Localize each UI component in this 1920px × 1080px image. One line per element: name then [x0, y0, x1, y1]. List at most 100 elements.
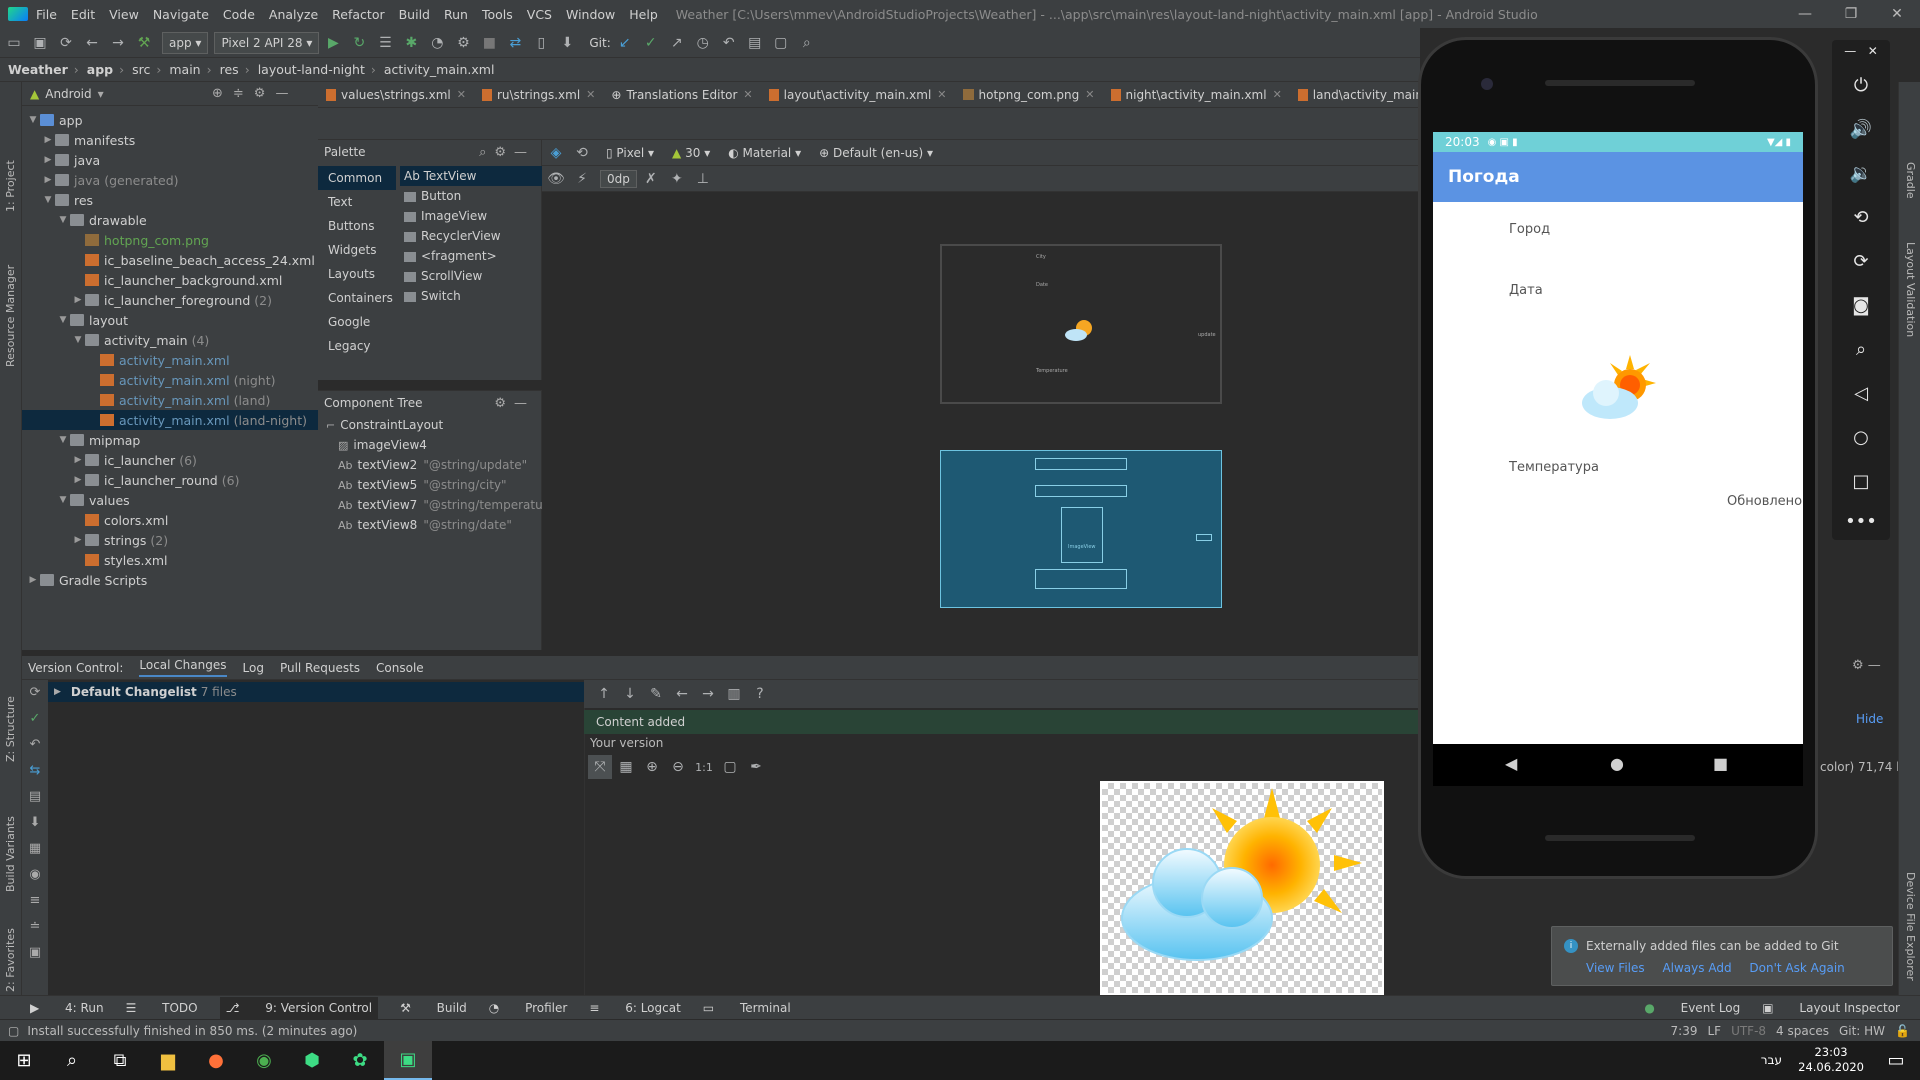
collapse-icon[interactable]: ≐ — [22, 914, 48, 940]
diff-icon[interactable]: ⇆ — [22, 758, 48, 784]
actual-size-button[interactable]: 1:1 — [692, 755, 716, 779]
menu-run[interactable]: Run — [444, 7, 468, 22]
firefox-icon[interactable]: ● — [192, 1041, 240, 1080]
expand-arrow-icon[interactable]: ▼ — [41, 195, 55, 205]
close-tab-icon[interactable]: ✕ — [586, 88, 595, 101]
rollback-icon[interactable]: ↶ — [22, 732, 48, 758]
terminal-tool-button[interactable]: ▭ Terminal — [703, 1001, 791, 1015]
update-icon[interactable]: ⬇ — [22, 810, 48, 836]
android-studio-taskbar-icon[interactable]: ▣ — [384, 1041, 432, 1080]
editor-tab[interactable]: land\activity_main.xml✕ — [1290, 82, 1420, 107]
grid-icon[interactable]: ▦ — [614, 755, 638, 779]
palette-category[interactable]: Legacy — [318, 334, 396, 358]
palette-item[interactable]: Ab TextView — [400, 166, 542, 186]
close-tab-icon[interactable]: ✕ — [1273, 88, 1282, 101]
taskbar-clock[interactable]: 23:03 24.06.2020 — [1798, 1045, 1864, 1075]
menu-help[interactable]: Help — [629, 7, 658, 22]
component-item[interactable]: Ab textView2 "@string/update" — [326, 455, 541, 475]
expand-arrow-icon[interactable]: ▶ — [71, 455, 85, 465]
palette-item[interactable]: Switch — [400, 286, 542, 306]
zoom-in-icon[interactable]: ⊕ — [640, 755, 664, 779]
component-item[interactable]: Ab textView8 "@string/date" — [326, 515, 541, 535]
overview-icon[interactable]: □ — [1832, 466, 1890, 496]
component-root[interactable]: ⌐ ConstraintLayout — [326, 415, 541, 435]
breadcrumb-item[interactable]: Weather — [8, 62, 68, 77]
editor-tab[interactable]: ⊕ Translations Editor ✕ — [603, 82, 760, 107]
color-picker-icon[interactable]: ✒ — [744, 755, 768, 779]
open-folder-icon[interactable]: ▭ — [2, 31, 26, 55]
sdk-manager-icon[interactable]: ⬇ — [555, 31, 579, 55]
zoom-icon[interactable]: ⌕ — [1832, 334, 1890, 364]
task-view-icon[interactable]: ⧉ — [96, 1041, 144, 1080]
close-tab-icon[interactable]: ✕ — [457, 88, 466, 101]
device-preview-select[interactable]: ▯ Pixel ▾ — [600, 142, 660, 164]
back-icon[interactable]: ← — [80, 31, 104, 55]
changelist-row[interactable]: ▶ Default Changelist 7 files — [48, 682, 584, 702]
close-tab-icon[interactable]: ✕ — [937, 88, 946, 101]
menu-tools[interactable]: Tools — [482, 7, 513, 22]
version-control-tool-button[interactable]: ⎇ 9: Version Control — [219, 996, 379, 1019]
rollback-icon[interactable]: ↶ — [717, 31, 741, 55]
breadcrumb-item[interactable]: res — [220, 62, 239, 77]
panel-settings-icon[interactable]: ⚙ — — [1852, 658, 1881, 673]
menu-window[interactable]: Window — [566, 7, 615, 22]
search-icon[interactable]: ⌕ — [795, 31, 819, 55]
tree-item[interactable]: ▶ java (generated) — [22, 170, 318, 190]
minimize-icon[interactable]: — — [1782, 0, 1828, 28]
menu-analyze[interactable]: Analyze — [269, 7, 318, 22]
expand-icon[interactable]: ≡ — [22, 888, 48, 914]
tree-item[interactable]: hotpng_com.png — [22, 230, 318, 250]
tree-item[interactable]: activity_main.xml (land) — [22, 390, 318, 410]
palette-category[interactable]: Buttons — [318, 214, 396, 238]
view-files-link[interactable]: View Files — [1586, 961, 1645, 975]
palette-category[interactable]: Widgets — [318, 238, 396, 262]
tree-item[interactable]: ▼ layout — [22, 310, 318, 330]
forward-icon[interactable]: → — [106, 31, 130, 55]
restore-icon[interactable]: ❐ — [1828, 0, 1874, 28]
component-tree-tools-icon[interactable]: ⚙— — [494, 396, 535, 411]
event-log-button[interactable]: ● Event Log — [1622, 1001, 1740, 1015]
back-icon[interactable]: ◁ — [1832, 378, 1890, 408]
breadcrumb-item[interactable]: layout-land-night — [258, 62, 365, 77]
logcat-tool-button[interactable]: ≡ 6: Logcat — [589, 1001, 680, 1015]
run-icon[interactable]: ▶ — [321, 31, 345, 55]
expand-arrow-icon[interactable]: ▼ — [56, 315, 70, 325]
guidelines-icon[interactable]: ⊥ — [691, 167, 715, 191]
expand-arrow-icon[interactable]: ▼ — [26, 115, 40, 125]
coverage-icon[interactable]: ☰ — [373, 31, 397, 55]
emulator-window-controls[interactable]: — ✕ — [1832, 40, 1890, 62]
palette-item[interactable]: ScrollView — [400, 266, 542, 286]
infer-constraints-icon[interactable]: ✦ — [665, 167, 689, 191]
settings-diff-icon[interactable]: ▥ — [722, 682, 746, 706]
prev-diff-icon[interactable]: ↑ — [592, 682, 616, 706]
expand-arrow-icon[interactable]: ▼ — [56, 495, 70, 505]
editor-tab[interactable]: hotpng_com.png ✕ — [955, 82, 1103, 107]
tree-item[interactable]: ▶ Gradle Scripts — [22, 570, 318, 590]
component-item[interactable]: Ab textView5 "@string/city" — [326, 475, 541, 495]
run-config-select[interactable]: app ▾ — [162, 31, 209, 54]
tree-item[interactable]: ▼ drawable — [22, 210, 318, 230]
chessboard-icon[interactable]: ▢ — [718, 755, 742, 779]
theme-select[interactable]: ◐ Material ▾ — [722, 142, 807, 164]
tree-item[interactable]: ▼ app — [22, 110, 318, 130]
group-icon[interactable]: ▦ — [22, 836, 48, 862]
file-encoding[interactable]: UTF-8 — [1731, 1024, 1766, 1038]
nav-home-icon[interactable]: ● — [1610, 754, 1624, 773]
menu-refactor[interactable]: Refactor — [332, 7, 384, 22]
tree-item[interactable]: ▶ manifests — [22, 130, 318, 150]
design-preview[interactable]: City Date Temperature update — [940, 244, 1222, 404]
expand-arrow-icon[interactable]: ▼ — [56, 215, 70, 225]
device-file-explorer-tab[interactable]: Device File Explorer — [1904, 872, 1917, 981]
favorites-tab[interactable]: 2: Favorites — [4, 928, 17, 992]
api-level-select[interactable]: ▲ 30 ▾ — [666, 142, 716, 164]
save-icon[interactable]: ▣ — [28, 31, 52, 55]
caret-position[interactable]: 7:39 — [1671, 1024, 1698, 1038]
zoom-out-icon[interactable]: ⊖ — [666, 755, 690, 779]
prev-file-icon[interactable]: ← — [670, 682, 694, 706]
layout-inspector-button[interactable]: ▣ Layout Inspector — [1762, 1001, 1900, 1015]
app-icon-green[interactable]: ⬢ — [288, 1041, 336, 1080]
sync-icon[interactable]: ⟳ — [54, 31, 78, 55]
screenshot-icon[interactable]: ◙ — [1832, 290, 1890, 320]
build-variants-tab[interactable]: Build Variants — [4, 816, 17, 892]
preview-diff-icon[interactable]: ▣ — [22, 940, 48, 966]
